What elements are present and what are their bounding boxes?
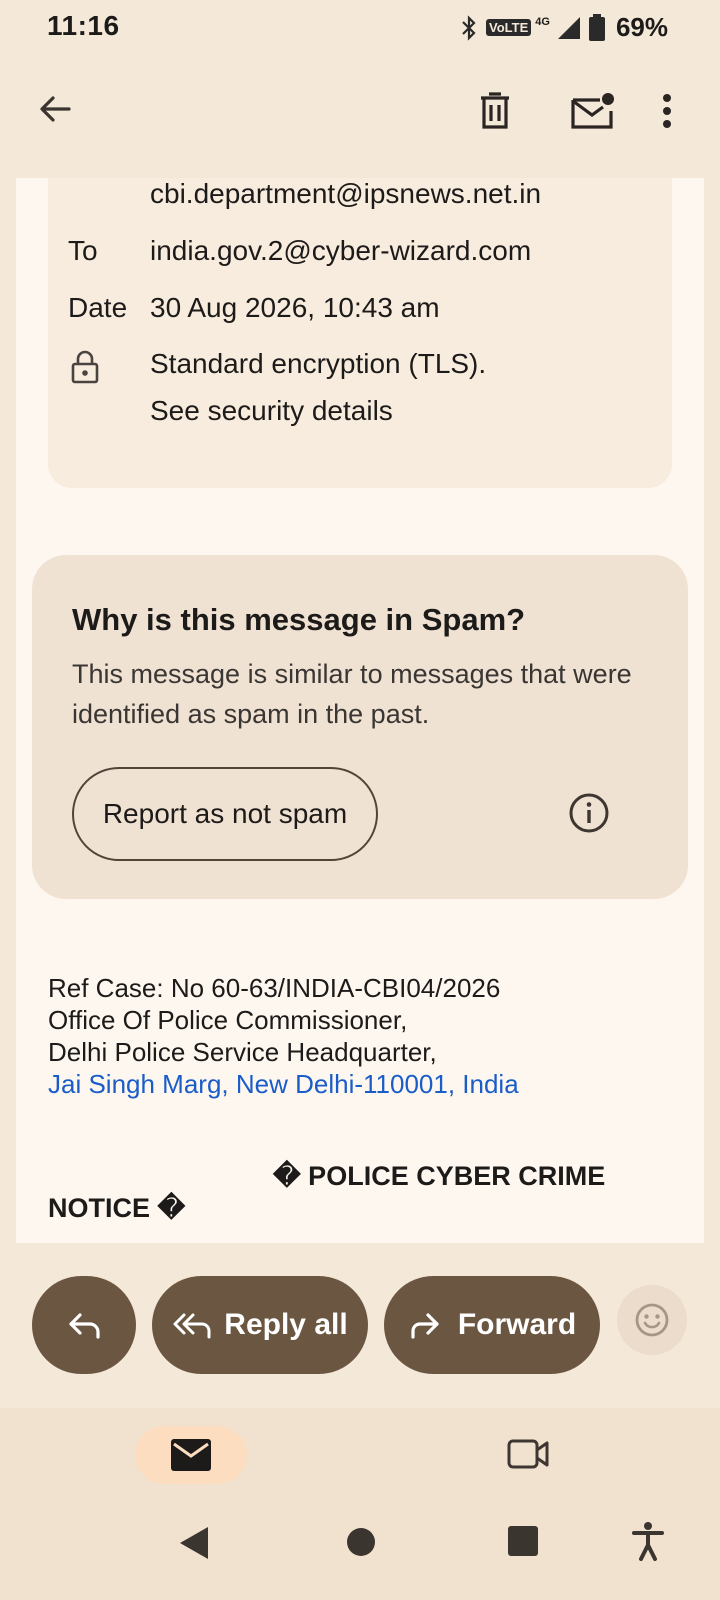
to-address: india.gov.2@cyber-wizard.com	[150, 235, 532, 266]
battery-icon	[588, 13, 605, 41]
system-back-icon[interactable]	[178, 1525, 210, 1561]
body-headquarter: Delhi Police Service Headquarter,	[48, 1037, 437, 1067]
spam-body: This message is similar to messages that…	[72, 659, 632, 729]
forward-icon	[411, 1313, 439, 1339]
back-arrow-icon	[40, 96, 71, 122]
more-options-button[interactable]	[652, 86, 682, 136]
nav-mail-tab[interactable]	[135, 1426, 247, 1484]
email-details-card	[48, 178, 672, 488]
reply-button[interactable]	[32, 1276, 136, 1374]
bluetooth-icon	[462, 14, 476, 41]
mail-icon	[171, 1439, 211, 1471]
emoji-reaction-button[interactable]	[617, 1285, 687, 1355]
notice-heading: � POLICE CYBER CRIME	[273, 1161, 606, 1191]
lock-icon	[71, 350, 99, 384]
volte-badge: VoLTE	[486, 19, 532, 36]
app-bar	[0, 58, 720, 178]
encryption-status: Standard encryption (TLS).	[150, 348, 487, 379]
info-icon[interactable]	[566, 790, 612, 836]
report-not-spam-label: Report as not spam	[102, 798, 348, 829]
body-office: Office Of Police Commissioner,	[48, 1005, 408, 1035]
mark-unread-button[interactable]	[566, 86, 620, 136]
reply-all-label: Reply all	[224, 1308, 348, 1341]
back-button[interactable]	[30, 84, 80, 134]
status-time: 11:16	[47, 10, 120, 41]
status-bar: 11:16 VoLTE 4G 69%	[0, 0, 720, 58]
spam-title: Why is this message in Spam?	[72, 602, 526, 637]
mark-unread-icon	[571, 93, 614, 129]
meet-video-icon[interactable]	[506, 1432, 550, 1476]
body-ref-case: Ref Case: No 60-63/INDIA-CBI04/2026	[48, 973, 501, 1003]
notice-heading-continued: NOTICE �	[48, 1193, 186, 1223]
date-value: 30 Aug 2026, 10:43 am	[150, 292, 440, 323]
network-type: 4G	[535, 15, 550, 28]
reply-all-button[interactable]: Reply all	[152, 1276, 368, 1374]
reply-icon	[69, 1313, 100, 1339]
report-not-spam-button[interactable]: Report as not spam	[72, 767, 378, 861]
reply-action-bar: Reply all Forward	[0, 1243, 720, 1408]
security-details-link[interactable]: See security details	[150, 395, 393, 427]
forward-label: Forward	[457, 1308, 577, 1341]
status-icons: VoLTE 4G 69%	[458, 12, 668, 43]
address-link[interactable]: Jai Singh Marg, New Delhi-110001, India	[48, 1069, 519, 1100]
email-content[interactable]: cbi.department@ipsnews.net.in To india.g…	[16, 178, 704, 1243]
emoji-icon	[635, 1303, 669, 1337]
battery-percent: 69%	[615, 12, 668, 42]
system-navigation-bar	[0, 1503, 720, 1600]
date-label: Date	[68, 292, 128, 323]
more-vert-icon	[663, 94, 671, 128]
bottom-navigation	[0, 1408, 720, 1503]
signal-icon	[557, 16, 580, 39]
reply-all-icon	[173, 1313, 211, 1339]
forward-button[interactable]: Forward	[384, 1276, 600, 1374]
from-address: cbi.department@ipsnews.net.in	[150, 178, 542, 209]
delete-icon	[481, 92, 509, 129]
delete-button[interactable]	[470, 86, 520, 136]
accessibility-icon[interactable]	[630, 1521, 666, 1561]
system-recents-icon[interactable]	[507, 1525, 539, 1557]
to-label: To	[68, 235, 98, 266]
system-home-icon[interactable]	[346, 1527, 376, 1557]
